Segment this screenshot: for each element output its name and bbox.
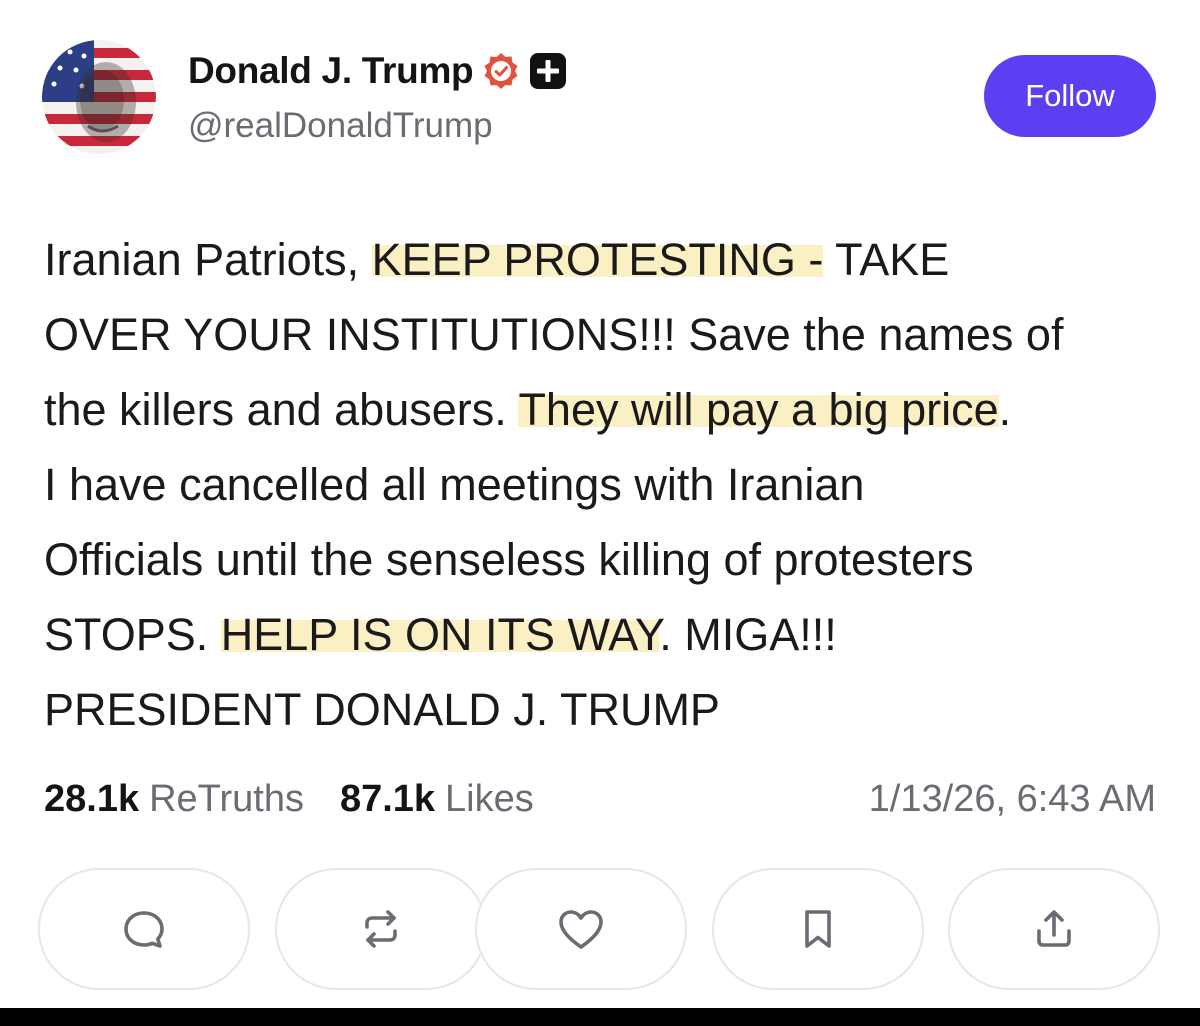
post-text: I have cancelled all meetings with Irani…: [44, 459, 865, 510]
post-text: .: [998, 384, 1012, 435]
bookmark-button[interactable]: [712, 868, 924, 990]
repost-icon: [365, 910, 397, 948]
post-text: TAKE: [823, 234, 950, 285]
heart-icon: [559, 910, 603, 949]
post-line: OVER YOUR INSTITUTIONS!!! Save the names…: [44, 297, 1174, 372]
reply-button[interactable]: [38, 868, 250, 990]
post-text: . MIGA!!!: [659, 609, 837, 660]
likes-count: 87.1k: [339, 777, 436, 820]
post-line: I have cancelled all meetings with Irani…: [44, 447, 1174, 522]
post-line: STOPS. HELP IS ON ITS WAY. MIGA!!!: [44, 597, 1174, 672]
retruth-button[interactable]: [275, 868, 487, 990]
post-line: Officials until the senseless killing of…: [44, 522, 1174, 597]
follow-button[interactable]: Follow: [984, 55, 1156, 137]
bookmark-icon: [805, 910, 831, 948]
post-text: the killers and abusers.: [44, 384, 519, 435]
flag-portrait-avatar-icon: [42, 40, 156, 154]
retruths-label: ReTruths: [149, 777, 304, 820]
plus-badge-icon: [529, 52, 567, 90]
post-text: PRESIDENT DONALD J. TRUMP: [44, 684, 720, 735]
post-text: OVER YOUR INSTITUTIONS!!! Save the names…: [44, 309, 1064, 360]
post-text: Officials until the senseless killing of…: [44, 534, 974, 585]
verified-badge-icon: [481, 51, 521, 91]
post-text: STOPS.: [44, 609, 221, 660]
post-line: the killers and abusers. They will pay a…: [44, 372, 1174, 447]
highlighted-text: They will pay a big price: [518, 384, 999, 435]
author-handle[interactable]: @realDonaldTrump: [188, 106, 493, 146]
share-button[interactable]: [948, 868, 1160, 990]
post-timestamp[interactable]: 1/13/26, 6:43 AM: [869, 778, 1156, 821]
author-name-row: Donald J. Trump: [188, 48, 567, 94]
display-name[interactable]: Donald J. Trump: [188, 50, 474, 92]
comment-icon: [124, 911, 164, 948]
retruths-stat[interactable]: 28.1k ReTruths: [44, 778, 304, 821]
post-text: Iranian Patriots,: [44, 234, 372, 285]
post-stats: 28.1k ReTruths 87.1k Likes 1/13/26, 6:43 A…: [44, 772, 1156, 826]
bottom-edge-bar: [0, 1008, 1200, 1026]
post-body: Iranian Patriots, KEEP PROTESTING - TAKE…: [44, 222, 1174, 747]
likes-stat[interactable]: 87.1k Likes: [340, 778, 534, 821]
post-line: Iranian Patriots, KEEP PROTESTING - TAKE: [44, 222, 1174, 297]
like-button[interactable]: [475, 868, 687, 990]
action-bar: [38, 868, 1162, 992]
post-line: PRESIDENT DONALD J. TRUMP: [44, 672, 1174, 747]
retruths-count: 28.1k: [44, 777, 140, 820]
highlighted-text: HELP IS ON ITS WAY: [220, 609, 660, 660]
likes-label: Likes: [445, 777, 534, 820]
share-icon: [1037, 910, 1071, 947]
highlighted-text: KEEP PROTESTING -: [371, 234, 824, 285]
avatar[interactable]: [42, 40, 156, 154]
